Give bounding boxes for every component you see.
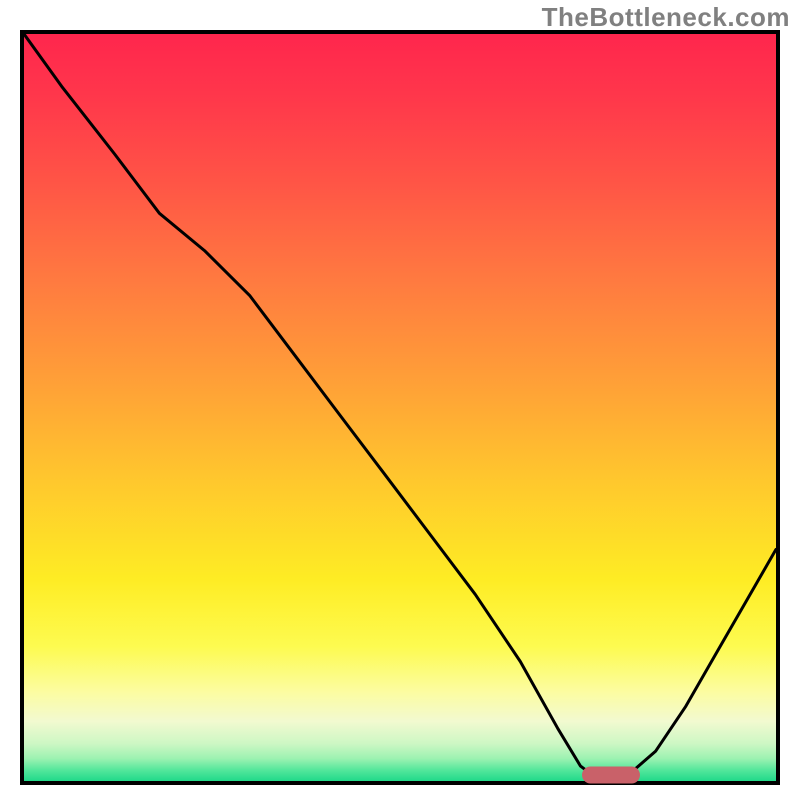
optimal-marker [582, 767, 640, 784]
plot-area [20, 30, 780, 785]
curve-path [24, 34, 776, 777]
chart-frame: TheBottleneck.com [0, 0, 800, 800]
bottleneck-curve [24, 34, 776, 781]
watermark-text: TheBottleneck.com [542, 2, 790, 33]
